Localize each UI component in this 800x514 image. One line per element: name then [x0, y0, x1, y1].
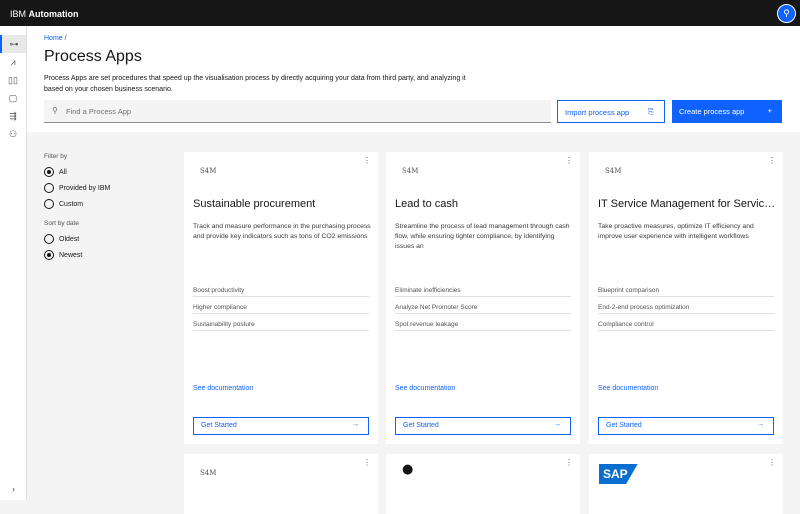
analytics-icon[interactable]: ⩘ [0, 53, 26, 71]
sort-oldest[interactable]: Oldest [44, 231, 110, 247]
breadcrumb: Home / [44, 35, 67, 42]
card-description: Take proactive measures, optimize IT eff… [598, 223, 754, 240]
search-input[interactable]: ⚲ Find a Process App [44, 100, 551, 123]
sidebar: ⊶ ⩘ ▯▯ ▢ ⇶ ⚇ › [0, 26, 27, 500]
arrow-right-icon: → [352, 421, 359, 428]
feature-item: Analyze Net Promoter Score [395, 297, 571, 314]
card-title: IT Service Management for ServiceNow [598, 198, 776, 210]
get-started-label: Get Started [606, 422, 642, 429]
brand-name: Automation [28, 9, 79, 19]
radio-icon [44, 183, 54, 193]
arrow-right-icon: → [757, 421, 764, 428]
see-documentation-link[interactable]: See documentation [193, 385, 253, 392]
get-started-button[interactable]: Get Started → [395, 417, 571, 435]
card-description: Track and measure performance in the pur… [193, 223, 371, 240]
see-documentation-link[interactable]: See documentation [598, 385, 658, 392]
card-title: Sustainable procurement [193, 198, 316, 210]
card-logo: S4M [200, 469, 217, 477]
page-header: Home / Process Apps Process Apps are set… [27, 26, 800, 132]
create-process-app-button[interactable]: Create process app + [672, 100, 782, 123]
process-app-card: ⋮ S4M Sustainable procurement Track and … [184, 152, 378, 444]
feature-item: End-2-end process optimization [598, 297, 774, 314]
radio-icon [44, 234, 54, 244]
filter-panel: Filter by All Provided by IBM Custom Sor… [44, 153, 110, 263]
filter-all[interactable]: All [44, 164, 110, 180]
add-icon: + [767, 106, 772, 115]
feature-item: Higher compliance [193, 297, 369, 314]
expand-sidebar-icon[interactable]: › [0, 484, 27, 494]
process-flow-icon[interactable]: ⇶ [0, 107, 26, 125]
feature-list: Boost productivity Higher compliance Susta… [193, 280, 369, 331]
radio-icon [44, 167, 54, 177]
overflow-menu-icon[interactable]: ⋮ [565, 156, 573, 165]
top-header: IBM Automation ⚲ [0, 0, 800, 26]
arrow-right-icon: → [554, 421, 561, 428]
get-started-button[interactable]: Get Started → [598, 417, 774, 435]
process-app-card: ⋮ S4M Lead to cash Streamline the proces… [386, 152, 580, 444]
card-logo: S4M [200, 167, 217, 175]
brand-prefix: IBM [10, 9, 27, 19]
radio-icon [44, 199, 54, 209]
feature-item: Blueprint comparison [598, 280, 774, 297]
radio-label: All [59, 168, 67, 176]
feature-list: Blueprint comparison End-2-end process op… [598, 280, 774, 331]
overflow-menu-icon[interactable]: ⋮ [363, 156, 371, 165]
radio-label: Oldest [59, 235, 80, 243]
process-app-card: ⋮ S4M [184, 454, 378, 514]
dashboards-icon[interactable]: ▯▯ [0, 71, 26, 89]
search-icon: ⚲ [52, 106, 58, 115]
overflow-menu-icon[interactable]: ⋮ [768, 156, 776, 165]
radio-label: Provided by IBM [59, 184, 111, 192]
sort-newest[interactable]: Newest [44, 247, 110, 263]
import-label: Import process app [565, 108, 630, 117]
feature-list: Eliminate inefficiencies Analyze Net Prom… [395, 280, 571, 331]
process-app-card: ⋮ ● [386, 454, 580, 514]
breadcrumb-separator: / [64, 35, 67, 42]
documents-icon[interactable]: ▢ [0, 89, 26, 107]
search-placeholder: Find a Process App [66, 107, 132, 116]
user-admin-icon[interactable]: ⚇ [0, 125, 26, 143]
overflow-menu-icon[interactable]: ⋮ [565, 458, 573, 467]
user-avatar-icon[interactable]: ⚲ [777, 4, 796, 23]
import-file-icon: ⎘ [648, 107, 654, 116]
card-title: Lead to cash [395, 198, 458, 210]
page-title: Process Apps [44, 48, 142, 65]
overflow-menu-icon[interactable]: ⋮ [768, 458, 776, 467]
card-description: Streamline the process of lead managemen… [395, 223, 570, 250]
radio-label: Newest [59, 251, 83, 259]
radio-icon [44, 250, 54, 260]
feature-item: Sustainability posture [193, 314, 369, 331]
feature-item: Spot revenue leakage [395, 314, 571, 331]
sort-label: Sort by date [44, 220, 80, 227]
get-started-label: Get Started [403, 422, 439, 429]
process-apps-icon[interactable]: ⊶ [0, 35, 26, 53]
process-app-card: ⋮ SAP [589, 454, 783, 514]
get-started-label: Get Started [201, 422, 237, 429]
process-app-card: ⋮ S4M IT Service Management for ServiceN… [589, 152, 783, 444]
card-logo: S4M [605, 167, 622, 175]
filter-ibm[interactable]: Provided by IBM [44, 180, 110, 196]
feature-item: Eliminate inefficiencies [395, 280, 571, 297]
import-process-app-button[interactable]: Import process app ⎘ [557, 100, 665, 123]
overflow-menu-icon[interactable]: ⋮ [363, 458, 371, 467]
radio-label: Custom [59, 200, 84, 208]
feature-item: Boost productivity [193, 280, 369, 297]
card-logo: S4M [402, 167, 419, 175]
sap-logo: SAP [599, 464, 638, 484]
filter-custom[interactable]: Custom [44, 196, 110, 212]
get-started-button[interactable]: Get Started → [193, 417, 369, 435]
create-label: Create process app [679, 107, 745, 116]
feature-item: Compliance control [598, 314, 774, 331]
github-icon: ● [402, 462, 414, 477]
breadcrumb-home[interactable]: Home [44, 35, 63, 42]
page-description: Process Apps are set procedures that spe… [44, 75, 466, 93]
filter-label: Filter by [44, 153, 68, 160]
see-documentation-link[interactable]: See documentation [395, 385, 455, 392]
